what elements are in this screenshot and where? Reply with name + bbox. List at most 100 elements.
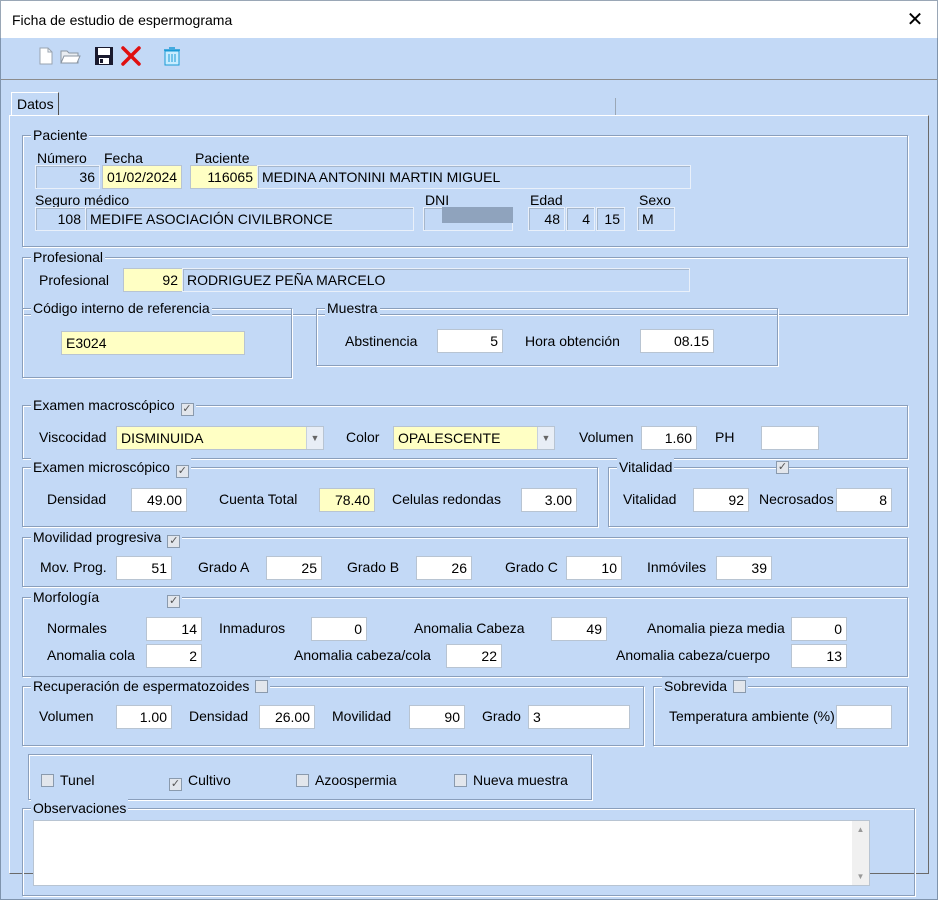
abstinencia-field[interactable]: 5 — [437, 329, 503, 353]
ph-field[interactable] — [761, 426, 819, 450]
tunel-checkbox[interactable] — [41, 774, 54, 787]
codigo-field[interactable]: E3024 — [61, 331, 245, 355]
sobrevida-legend-text: Sobrevida — [664, 678, 728, 694]
title-bar: Ficha de estudio de espermograma ✕ — [0, 0, 938, 38]
fecha-label: Fecha — [104, 150, 143, 166]
rec-volumen-field[interactable]: 1.00 — [116, 705, 172, 729]
codigo-group: Código interno de referencia E3024 — [22, 299, 292, 378]
chevron-down-icon[interactable]: ▼ — [537, 427, 554, 449]
tunel-option[interactable]: Tunel — [41, 772, 95, 788]
hora-field[interactable]: 08.15 — [640, 329, 714, 353]
cultivo-option[interactable]: ✓ Cultivo — [169, 772, 231, 791]
anomalia-cabeza-cola-label: Anomalia cabeza/cola — [294, 647, 431, 663]
seguro-label: Seguro médico — [35, 192, 130, 208]
seguro-nombre-field: MEDIFE ASOCIACIÓN CIVILBRONCE — [85, 207, 414, 231]
chevron-down-icon[interactable]: ▼ — [306, 427, 323, 449]
profesional-id-field[interactable]: 92 — [123, 268, 183, 292]
sexo-field: M — [637, 207, 675, 231]
paciente-id-field[interactable]: 116065 — [190, 165, 258, 189]
rec-volumen-label: Volumen — [39, 708, 94, 724]
anomalia-cola-label: Anomalia cola — [47, 647, 135, 663]
mov-field[interactable]: 51 — [116, 556, 172, 580]
numero-field: 36 — [35, 165, 100, 189]
densidad-field[interactable]: 49.00 — [131, 488, 187, 512]
viscocidad-label: Viscocidad — [39, 429, 107, 445]
macro-legend: Examen macroscópico ✓ — [31, 396, 196, 416]
cuenta-field[interactable]: 78.40 — [319, 488, 375, 512]
morfologia-legend-text: Morfología — [33, 589, 100, 605]
sexo-label: Sexo — [639, 192, 671, 208]
azoospermia-checkbox[interactable] — [296, 774, 309, 787]
vitalidad-field[interactable]: 92 — [693, 488, 749, 512]
azoospermia-option[interactable]: Azoospermia — [296, 772, 397, 788]
rec-densidad-field[interactable]: 26.00 — [259, 705, 315, 729]
color-select[interactable]: OPALESCENTE ▼ — [393, 426, 555, 450]
celulas-field[interactable]: 3.00 — [521, 488, 577, 512]
micro-legend: Examen microscópico ✓ — [31, 458, 191, 478]
anomalia-cabeza-field[interactable]: 49 — [551, 617, 607, 641]
morfologia-group: Morfología ✓ Normales 14 Inmaduros 0 Ano… — [22, 588, 908, 677]
morfologia-checkbox[interactable]: ✓ — [167, 595, 181, 608]
movilidad-legend: Movilidad progresiva ✓ — [31, 528, 183, 548]
fecha-field[interactable]: 01/02/2024 — [102, 165, 182, 189]
trash-icon[interactable] — [161, 45, 183, 67]
anomalia-cabeza-cola-field[interactable]: 22 — [446, 644, 502, 668]
scroll-up-icon[interactable]: ▲ — [852, 821, 869, 838]
nueva-muestra-option[interactable]: Nueva muestra — [454, 772, 568, 788]
anomalia-cabeza-cuerpo-field[interactable]: 13 — [791, 644, 847, 668]
rec-movilidad-field[interactable]: 90 — [409, 705, 465, 729]
color-label: Color — [346, 429, 380, 445]
micro-checkbox[interactable]: ✓ — [175, 465, 189, 478]
grado-a-field[interactable]: 25 — [266, 556, 322, 580]
abstinencia-label: Abstinencia — [345, 333, 418, 349]
ph-label: PH — [715, 429, 735, 445]
vitalidad-checkbox[interactable]: ✓ — [776, 461, 789, 474]
tunel-label: Tunel — [60, 772, 95, 788]
cultivo-checkbox[interactable]: ✓ — [169, 778, 182, 791]
necrosados-field[interactable]: 8 — [836, 488, 892, 512]
movilidad-checkbox[interactable]: ✓ — [167, 535, 181, 548]
open-folder-icon[interactable] — [59, 45, 81, 67]
vitalidad-legend: Vitalidad — [617, 458, 675, 476]
inmoviles-field[interactable]: 39 — [716, 556, 772, 580]
grado-b-field[interactable]: 26 — [416, 556, 472, 580]
save-icon[interactable] — [93, 45, 115, 67]
temperatura-field[interactable] — [836, 705, 892, 729]
sobrevida-checkbox[interactable] — [732, 680, 746, 693]
normales-label: Normales — [47, 620, 107, 636]
volumen-field[interactable]: 1.60 — [641, 426, 697, 450]
cuenta-label: Cuenta Total — [219, 491, 298, 507]
azoospermia-label: Azoospermia — [315, 772, 397, 788]
grado-c-label: Grado C — [505, 559, 558, 575]
color-value: OPALESCENTE — [398, 430, 501, 446]
anomalia-pieza-field[interactable]: 0 — [791, 617, 847, 641]
vitalidad-group: Vitalidad ✓ Vitalidad 92 Necrosados 8 — [608, 458, 908, 527]
volumen-label: Volumen — [579, 429, 634, 445]
inmaduros-field[interactable]: 0 — [311, 617, 367, 641]
anomalia-cola-field[interactable]: 2 — [146, 644, 202, 668]
micro-legend-text: Examen microscópico — [33, 459, 170, 475]
delete-icon[interactable] — [120, 45, 142, 67]
tab-datos[interactable]: Datos — [11, 92, 59, 116]
temperatura-label: Temperatura ambiente (%) — [669, 708, 835, 724]
new-document-icon[interactable] — [35, 45, 57, 67]
scroll-down-icon[interactable]: ▼ — [852, 868, 869, 885]
paciente-nombre-field: MEDINA ANTONINI MARTIN MIGUEL — [257, 165, 691, 189]
rec-grado-field[interactable]: 3 — [528, 705, 630, 729]
dni-label: DNI — [425, 192, 450, 208]
nueva-muestra-label: Nueva muestra — [473, 772, 568, 788]
nueva-muestra-checkbox[interactable] — [454, 774, 467, 787]
viscocidad-select[interactable]: DISMINUIDA ▼ — [116, 426, 324, 450]
movilidad-legend-text: Movilidad progresiva — [33, 529, 162, 545]
observaciones-textarea[interactable]: ▲ ▼ — [33, 820, 870, 886]
macro-legend-text: Examen macroscópico — [33, 397, 175, 413]
seguro-id-field: 108 — [35, 207, 86, 231]
grado-c-field[interactable]: 10 — [566, 556, 622, 580]
normales-field[interactable]: 14 — [146, 617, 202, 641]
recuperacion-checkbox[interactable] — [255, 680, 269, 693]
close-icon[interactable]: ✕ — [893, 1, 937, 39]
observaciones-scrollbar[interactable]: ▲ ▼ — [852, 821, 869, 885]
recuperacion-group: Recuperación de espermatozoides Volumen … — [22, 677, 644, 746]
tab-divider — [615, 98, 616, 116]
macro-checkbox[interactable]: ✓ — [180, 403, 194, 416]
